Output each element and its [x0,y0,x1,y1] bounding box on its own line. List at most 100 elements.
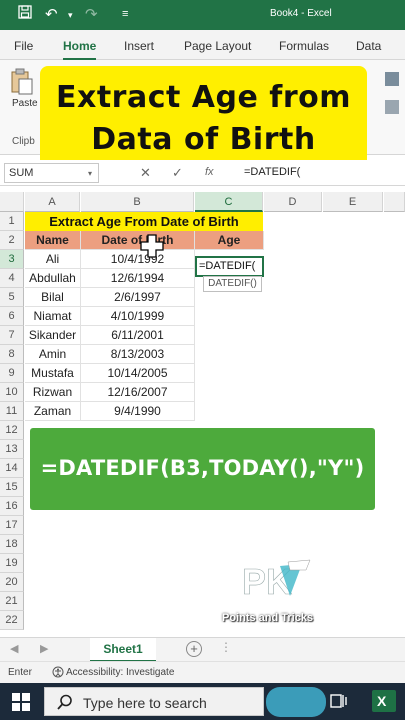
header-cell-dob[interactable]: Date of Birth [81,231,195,250]
save-icon[interactable] [18,5,32,23]
row-header[interactable]: 21 [0,592,24,611]
header-cell-name[interactable]: Name [25,231,81,250]
row-header[interactable]: 17 [0,516,24,535]
row-header[interactable]: 14 [0,459,24,478]
formula-overlay-text: =DATEDIF(B3,TODAY(),"Y") [40,456,365,480]
insert-function-icon[interactable]: fx [205,166,214,178]
select-all-corner[interactable] [0,192,24,212]
row-header[interactable]: 18 [0,535,24,554]
row-header[interactable]: 16 [0,497,24,516]
cancel-icon[interactable]: ✕ [140,165,151,181]
name-cell[interactable]: Zaman [25,402,81,421]
redo-icon[interactable]: ↷ [85,5,98,23]
dob-cell[interactable]: 8/13/2003 [81,345,195,364]
active-cell-c3[interactable]: =DATEDIF( [195,256,264,277]
column-header[interactable]: A [25,192,80,212]
points-and-tricks-logo: PK [240,556,320,606]
column-header[interactable]: B [81,192,194,212]
prev-sheet-icon[interactable]: ◀ [10,642,18,655]
name-cell[interactable]: Sikander [25,326,81,345]
tab-page-layout[interactable]: Page Layout [184,39,251,53]
add-sheet-icon[interactable]: + [186,641,202,657]
spreadsheet-grid[interactable]: A B C D E 1 2 3 4 5 6 7 8 9 10 11 12 13 … [0,192,405,637]
dob-cell[interactable]: 4/10/1999 [81,307,195,326]
name-cell[interactable]: Rizwan [25,383,81,402]
clipboard-group-label: Clipb [12,136,35,147]
dob-cell[interactable]: 9/4/1990 [81,402,195,421]
window-title: Book4 - Excel [270,8,332,19]
paste-label: Paste [12,98,38,109]
row-header[interactable]: 3 [0,250,24,269]
row-header[interactable]: 19 [0,554,24,573]
tab-formulas[interactable]: Formulas [279,39,329,53]
dob-cell[interactable]: 10/4/1992 [81,250,195,269]
search-placeholder: Type here to search [83,695,207,711]
row-header[interactable]: 15 [0,478,24,497]
column-header[interactable]: E [323,192,383,212]
tab-file[interactable]: File [14,39,33,53]
name-cell[interactable]: Niamat [25,307,81,326]
formula-input[interactable]: =DATEDIF( [244,166,300,178]
title-banner: Extract Age from Data of Birth [40,66,367,170]
dob-cell[interactable]: 2/6/1997 [81,288,195,307]
row-header[interactable]: 4 [0,269,24,288]
name-box[interactable]: SUM [4,163,99,183]
more-icon[interactable]: ⋮ [220,640,232,654]
row-header[interactable]: 2 [0,231,24,250]
row-header[interactable]: 8 [0,345,24,364]
sheet-title-cell[interactable]: Extract Age From Date of Birth [25,212,263,231]
svg-text:X: X [377,693,387,709]
ribbon-tool-icon[interactable] [385,100,399,114]
row-header[interactable]: 13 [0,440,24,459]
search-icon [57,694,73,715]
paste-icon[interactable] [10,68,34,101]
name-cell[interactable]: Abdullah [25,269,81,288]
row-header[interactable]: 6 [0,307,24,326]
enter-icon[interactable]: ✓ [172,165,183,181]
row-header[interactable]: 10 [0,383,24,402]
dob-cell[interactable]: 10/14/2005 [81,364,195,383]
sheet-tab[interactable]: Sheet1 [90,638,156,662]
excel-taskbar-icon[interactable]: X [372,690,396,712]
ribbon-tool-icon[interactable] [385,72,399,86]
move-cursor-icon [140,234,164,258]
tab-home[interactable]: Home [63,39,97,61]
row-header[interactable]: 7 [0,326,24,345]
row-header[interactable]: 5 [0,288,24,307]
column-header[interactable]: C [195,192,263,212]
next-sheet-icon[interactable]: ▶ [40,642,48,655]
name-cell[interactable]: Mustafa [25,364,81,383]
row-header[interactable]: 11 [0,402,24,421]
dob-cell[interactable]: 12/16/2007 [81,383,195,402]
row-header[interactable]: 9 [0,364,24,383]
dob-cell[interactable]: 6/11/2001 [81,326,195,345]
tab-data[interactable]: Data [356,39,381,53]
name-box-dropdown-icon[interactable]: ▾ [88,169,92,178]
row-header[interactable]: 22 [0,611,24,630]
banner-line-1: Extract Age from [56,80,351,115]
weather-widget-icon[interactable] [266,687,326,717]
row-header[interactable]: 20 [0,573,24,592]
function-tooltip[interactable]: DATEDIF() [203,276,262,292]
undo-icon[interactable]: ↶ [45,5,58,23]
taskbar-search-box[interactable]: Type here to search [44,687,264,716]
windows-start-icon[interactable] [12,693,30,716]
column-header[interactable]: D [264,192,322,212]
undo-dropdown-icon[interactable]: ▾ [68,10,73,21]
customize-toolbar-icon[interactable]: ≡ [122,8,128,20]
row-header[interactable]: 1 [0,212,24,231]
accessibility-icon[interactable] [52,666,64,681]
tab-insert[interactable]: Insert [124,39,154,53]
task-view-icon[interactable] [330,693,348,714]
name-cell[interactable]: Bilal [25,288,81,307]
row-header[interactable]: 12 [0,421,24,440]
dob-cell[interactable]: 12/6/1994 [81,269,195,288]
accessibility-status[interactable]: Accessibility: Investigate [66,667,174,678]
name-cell[interactable]: Ali [25,250,81,269]
status-bar: Enter Accessibility: Investigate [0,661,405,683]
windows-taskbar: Type here to search X [0,683,405,720]
header-cell-age[interactable]: Age [195,231,264,250]
column-header[interactable] [384,192,405,212]
name-cell[interactable]: Amin [25,345,81,364]
formula-bar: SUM ▾ ✕ ✓ fx =DATEDIF( [0,160,405,186]
